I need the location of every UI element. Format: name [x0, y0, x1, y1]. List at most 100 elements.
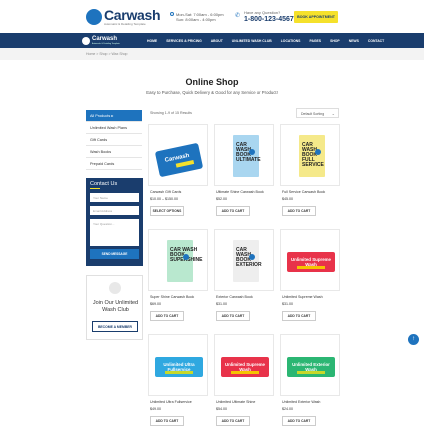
- main-nav: Carwash Automatic & Detailing Template H…: [0, 33, 424, 48]
- add-to-cart-button[interactable]: ADD TO CART: [216, 206, 250, 216]
- nav-menu: HOME SERVICES & PRICING ABOUT UNLIMITED …: [147, 33, 384, 48]
- site-logo[interactable]: Carwash Automatic & Detailing Template: [86, 7, 166, 28]
- category-all-products[interactable]: All Products ▸: [86, 110, 142, 122]
- product-image[interactable]: Carwash: [148, 124, 208, 186]
- results-count: Showing 1-9 of 15 Results: [150, 111, 192, 115]
- page-subtitle: Easy to Purchase, Quick Delivery & Good …: [146, 90, 278, 95]
- category-wash-plans[interactable]: Unlimited Wash Plans: [86, 122, 142, 134]
- opening-hours: Mon-Sat: 7:00am - 6:00pm Sun: 8:00am - 4…: [170, 12, 224, 22]
- contact-widget: Contact Us Your Name Email Address Your …: [86, 178, 143, 266]
- wash-book-image: CAR WASH BOOK EXTERIOR: [233, 240, 262, 282]
- book-logo-icon: [249, 149, 255, 155]
- label-stripe: [165, 371, 193, 374]
- nav-item-pages[interactable]: PAGES: [309, 39, 321, 43]
- nav-logo-icon: [82, 37, 90, 45]
- product-name[interactable]: Super Shine Carwash Book: [150, 295, 194, 299]
- page-title: Online Shop: [185, 77, 239, 87]
- product-image[interactable]: CAR WASH BOOK SUPERSHINE: [148, 229, 208, 291]
- product-name[interactable]: Unlimited Ultimate Shine: [216, 400, 255, 404]
- product-image[interactable]: CAR WASH BOOK EXTERIOR: [214, 229, 274, 291]
- product-image[interactable]: Unlimited Supreme Wash: [280, 229, 340, 291]
- product-price: $45.00: [282, 197, 293, 201]
- name-field[interactable]: Your Name: [90, 193, 139, 202]
- product-name[interactable]: Full Service Carwash Book: [282, 190, 325, 194]
- label-stripe: [297, 371, 325, 374]
- phone-number[interactable]: 1-800-123-4567: [244, 16, 294, 23]
- book-appointment-button[interactable]: BOOK APPOINTMENT: [294, 11, 338, 23]
- breadcrumb-bar: Home > Shop > Wax Shop: [0, 48, 424, 60]
- nav-logo[interactable]: Carwash Automatic & Detailing Template: [82, 36, 140, 46]
- product-image[interactable]: Unlimited Supreme Wash: [214, 334, 274, 396]
- product-price: $49.00: [150, 407, 161, 411]
- wash-book-image: CAR WASH BOOK ULTIMATE: [233, 135, 261, 177]
- product-name[interactable]: Carwash Gift Cards: [150, 190, 181, 194]
- nav-item-locations[interactable]: LOCATIONS: [281, 39, 301, 43]
- nav-logo-wordmark: Carwash: [92, 36, 118, 42]
- sort-select[interactable]: Default Sorting ⌄: [296, 108, 339, 118]
- nav-item-contact[interactable]: CONTACT: [368, 39, 384, 43]
- product-name[interactable]: Ultimate Shine Carwash Book: [216, 190, 264, 194]
- gift-card-stripe: [175, 160, 195, 168]
- category-prepaid-cards[interactable]: Prepaid Cards: [86, 158, 142, 170]
- product-price: $52.00: [216, 197, 227, 201]
- email-field[interactable]: Email Address: [90, 206, 139, 215]
- product-price: $10.00 – $150.00: [150, 197, 178, 201]
- scroll-top-button[interactable]: ↑: [408, 334, 419, 345]
- club-badge-icon: [109, 282, 121, 294]
- nav-item-home[interactable]: HOME: [147, 39, 157, 43]
- add-to-cart-button[interactable]: ADD TO CART: [282, 206, 316, 216]
- logo-tagline: Automatic & Detailing Template: [104, 22, 146, 26]
- product-price: $31.00: [216, 302, 227, 306]
- add-to-cart-button[interactable]: ADD TO CART: [150, 416, 184, 426]
- question-field[interactable]: Your Question...: [90, 219, 139, 246]
- product-name[interactable]: Exterior Carwash Book: [216, 295, 253, 299]
- nav-item-about[interactable]: ABOUT: [211, 39, 223, 43]
- label-stripe: [231, 371, 259, 374]
- product-image[interactable]: Unlimited Ultra Fullservice: [148, 334, 208, 396]
- breadcrumb[interactable]: Home > Shop > Wax Shop: [86, 52, 128, 56]
- nav-item-services[interactable]: SERVICES & PRICING: [166, 39, 202, 43]
- add-to-cart-button[interactable]: ADD TO CART: [150, 311, 184, 321]
- wash-book-image: CAR WASH BOOK FULL SERVICE: [299, 135, 325, 177]
- wash-club-widget: Join Our Unlimited Wash Club BECOME A ME…: [86, 275, 143, 340]
- book-cover-text: CAR WASH BOOK FULL SERVICE: [302, 142, 324, 168]
- contact-title: Contact Us: [90, 181, 118, 187]
- category-wash-books[interactable]: Wash Books: [86, 146, 142, 158]
- phone-block: ✆ Have any Question? 1-800-123-4567: [235, 10, 294, 23]
- become-member-button[interactable]: BECOME A MEMBER: [92, 321, 138, 332]
- add-to-cart-button[interactable]: SELECT OPTIONS: [150, 206, 184, 216]
- product-name[interactable]: Unlimited Exterior Wash: [282, 400, 320, 404]
- add-to-cart-button[interactable]: ADD TO CART: [282, 416, 316, 426]
- product-image[interactable]: CAR WASH BOOK ULTIMATE: [214, 124, 274, 186]
- product-price: $54.00: [216, 407, 227, 411]
- product-name[interactable]: Unlimited Supreme Wash: [282, 295, 323, 299]
- book-logo-icon: [249, 254, 255, 260]
- product-price: $24.00: [282, 407, 293, 411]
- add-to-cart-button[interactable]: ADD TO CART: [216, 416, 250, 426]
- sort-value: Default Sorting: [301, 112, 325, 116]
- hours-sunday: Sun: 8:00am - 4:00pm: [176, 17, 216, 22]
- clock-icon: [170, 12, 174, 16]
- category-sidebar: All Products ▸ Unlimited Wash Plans Gift…: [86, 110, 142, 170]
- add-to-cart-button[interactable]: ADD TO CART: [282, 311, 316, 321]
- nav-item-shop[interactable]: SHOP: [330, 39, 340, 43]
- book-logo-icon: [315, 149, 321, 155]
- nav-item-news[interactable]: NEWS: [349, 39, 359, 43]
- gift-card-image: Carwash: [154, 142, 204, 178]
- chevron-down-icon: ⌄: [331, 111, 335, 116]
- product-image[interactable]: CAR WASH BOOK FULL SERVICE: [280, 124, 340, 186]
- category-label: All Products: [90, 114, 111, 118]
- send-message-button[interactable]: SEND MESSAGE: [90, 249, 139, 259]
- product-price: $31.00: [282, 302, 293, 306]
- book-logo-icon: [183, 254, 189, 260]
- nav-item-wash-club[interactable]: UNLIMITED WASH CLUB: [232, 39, 272, 43]
- product-name[interactable]: Unlimited Ultra Fullservice: [150, 400, 192, 404]
- category-gift-cards[interactable]: Gift Cards: [86, 134, 142, 146]
- wash-plan-label: Unlimited Supreme Wash: [287, 252, 335, 272]
- arrow-up-icon: ↑: [412, 336, 415, 342]
- wash-plan-label: Unlimited Supreme Wash: [221, 357, 269, 377]
- phone-label: Have any Question?: [244, 10, 281, 15]
- logo-mark-icon: [86, 9, 102, 25]
- add-to-cart-button[interactable]: ADD TO CART: [216, 311, 250, 321]
- product-image[interactable]: Unlimited Exterior Wash: [280, 334, 340, 396]
